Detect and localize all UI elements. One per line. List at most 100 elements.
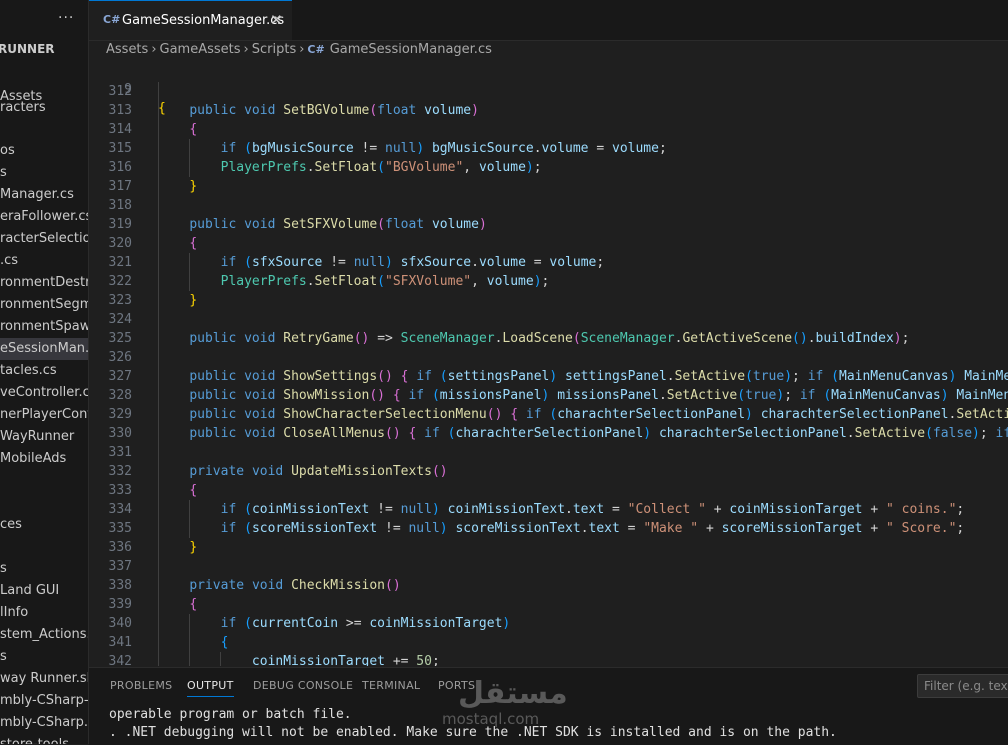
line-number: 330 xyxy=(108,426,132,441)
code-line: 325 public void RetryGame() => SceneMana… xyxy=(90,329,1008,348)
more-actions-icon[interactable]: ··· xyxy=(58,10,74,26)
code-text: { xyxy=(220,635,229,650)
file-tree-item[interactable]: racterSelectio... xyxy=(0,228,88,250)
breadcrumb-item-assets[interactable]: Assets xyxy=(106,42,148,57)
code-line: 342 coinMissionTarget += 50; xyxy=(90,652,1008,666)
line-number: 322 xyxy=(108,274,132,289)
line-number: 335 xyxy=(108,521,132,536)
file-tree-item[interactable]: ronmentSegm... xyxy=(0,294,88,316)
line-number: 321 xyxy=(108,255,132,270)
file-tree-item[interactable]: way Runner.slnx xyxy=(0,668,88,690)
close-tab-icon[interactable]: ✕ xyxy=(270,11,283,29)
line-number: 332 xyxy=(108,464,132,479)
code-line: 330 public void CloseAllMenus() { if (ch… xyxy=(90,424,1008,443)
code-line: 322 PlayerPrefs.SetFloat("SFXVolume", vo… xyxy=(90,272,1008,291)
file-tree-item[interactable]: stem_Actions... xyxy=(0,624,88,646)
file-tree-item[interactable]: Land GUI xyxy=(0,580,59,602)
file-tree-item[interactable]: store-tools xyxy=(0,734,69,744)
file-tree-item[interactable]: tacles.cs xyxy=(0,360,57,382)
watermark-arabic: مستقل xyxy=(458,676,568,711)
code-text: { xyxy=(189,122,198,137)
line-number: 324 xyxy=(108,312,132,327)
indent-guide xyxy=(158,348,159,367)
breadcrumb-item-scripts[interactable]: Scripts xyxy=(252,42,296,57)
breadcrumb-item-file[interactable]: GameSessionManager.cs xyxy=(330,42,492,57)
file-tree-item[interactable]: ronmentDestro... xyxy=(0,272,88,294)
csharp-file-icon: C# xyxy=(307,43,325,56)
code-line: 334 if (coinMissionText != null) coinMis… xyxy=(90,500,1008,519)
code-line: 313 public void SetBGVolume(float volume… xyxy=(90,101,1008,120)
file-tree-item[interactable]: lInfo xyxy=(0,602,28,624)
code-text: public void SetSFXVolume(float volume) xyxy=(189,217,487,232)
explorer-sidebar: RUNNER ··· Assets racters os s Manager.cs era… xyxy=(0,0,89,744)
code-line: 316 PlayerPrefs.SetFloat("BGVolume", vol… xyxy=(90,158,1008,177)
file-tree-item[interactable]: s xyxy=(0,646,7,668)
code-text: private void UpdateMissionTexts() xyxy=(189,464,448,479)
file-tree-item[interactable]: mbly-CSharp.c... xyxy=(0,712,88,734)
output-filter-input[interactable]: Filter (e.g. text, !e xyxy=(917,674,1008,698)
tab-gamesessionmanager[interactable]: C# GameSessionManager.cs ✕ xyxy=(89,0,292,40)
line-number: 325 xyxy=(108,331,132,346)
file-tree-item[interactable]: racters xyxy=(0,97,46,119)
file-tree-item[interactable]: .cs xyxy=(0,250,18,272)
line-number: 341 xyxy=(108,635,132,650)
line-number: 313 xyxy=(108,103,132,118)
line-number: 342 xyxy=(108,654,132,666)
watermark-latin: mostaql.com xyxy=(442,710,540,728)
file-tree-item[interactable]: s xyxy=(0,162,7,184)
code-line: 341 { xyxy=(90,633,1008,652)
line-number: 328 xyxy=(108,388,132,403)
line-number: 340 xyxy=(108,616,132,631)
tab-output[interactable]: OUTPUT xyxy=(187,679,234,697)
code-text: } xyxy=(189,540,198,555)
tab-debug-console[interactable]: DEBUG CONSOLE xyxy=(253,679,353,692)
line-number: 329 xyxy=(108,407,132,422)
code-text: } xyxy=(189,293,198,308)
file-tree-item[interactable]: os xyxy=(0,140,15,162)
line-number: 312 xyxy=(108,84,132,99)
output-line: operable program or batch file. xyxy=(109,707,352,722)
chevron-right-icon: › xyxy=(299,42,305,57)
indent-guide xyxy=(158,557,159,576)
tab-problems[interactable]: PROBLEMS xyxy=(110,679,172,692)
code-text: { xyxy=(189,236,198,251)
file-tree-item[interactable]: s xyxy=(0,558,7,580)
code-line: 321 if (sfxSource != null) sfxSource.vol… xyxy=(90,253,1008,272)
indent-guide xyxy=(158,82,159,101)
file-tree-item[interactable]: ces xyxy=(0,514,22,536)
file-tree-item[interactable]: veController.cs xyxy=(0,382,88,404)
code-line: 338 private void CheckMission() xyxy=(90,576,1008,595)
code-line: 329 public void ShowCharacterSelectionMe… xyxy=(90,405,1008,424)
code-line: 340 if (currentCoin >= coinMissionTarget… xyxy=(90,614,1008,633)
code-text: coinMissionTarget += 50; xyxy=(251,654,440,666)
code-line: 333 { xyxy=(90,481,1008,500)
code-line: 326 xyxy=(90,348,1008,367)
code-line: 312 xyxy=(90,82,1008,101)
code-text: if (currentCoin >= coinMissionTarget) xyxy=(220,616,511,631)
breadcrumb-item-gameassets[interactable]: GameAssets xyxy=(160,42,241,57)
line-number: 323 xyxy=(108,293,132,308)
file-tree-item[interactable]: eSessionMan... xyxy=(0,338,88,360)
code-line: 335 if (scoreMissionText != null) scoreM… xyxy=(90,519,1008,538)
file-tree-item[interactable]: nerPlayerCont... xyxy=(0,404,88,426)
code-text: } xyxy=(189,179,198,194)
file-tree-item[interactable]: mbly-CSharp-... xyxy=(0,690,88,712)
indent-guide xyxy=(158,310,159,329)
file-tree-item[interactable]: eraFollower.cs xyxy=(0,206,88,228)
file-tree-item[interactable]: ronmentSpaw... xyxy=(0,316,88,338)
code-text: public void CloseAllMenus() { if (charac… xyxy=(189,426,1008,441)
code-line: 320 { xyxy=(90,234,1008,253)
line-number: 336 xyxy=(108,540,132,555)
file-tree-item[interactable]: WayRunner xyxy=(0,426,74,448)
code-text: public void RetryGame() => SceneManager.… xyxy=(189,331,910,346)
line-number: 338 xyxy=(108,578,132,593)
code-line: 339 { xyxy=(90,595,1008,614)
line-number: 319 xyxy=(108,217,132,232)
code-line: 332 private void UpdateMissionTexts() xyxy=(90,462,1008,481)
tab-terminal[interactable]: TERMINAL xyxy=(362,679,420,692)
code-editor[interactable]: 9 { 312 313 public void SetBGVolume(float… xyxy=(90,61,1008,666)
file-tree-item[interactable]: MobileAds xyxy=(0,448,66,470)
code-text: if (scoreMissionText != null) scoreMissi… xyxy=(220,521,965,536)
code-text: if (sfxSource != null) sfxSource.volume … xyxy=(220,255,605,270)
file-tree-item[interactable]: Manager.cs xyxy=(0,184,74,206)
